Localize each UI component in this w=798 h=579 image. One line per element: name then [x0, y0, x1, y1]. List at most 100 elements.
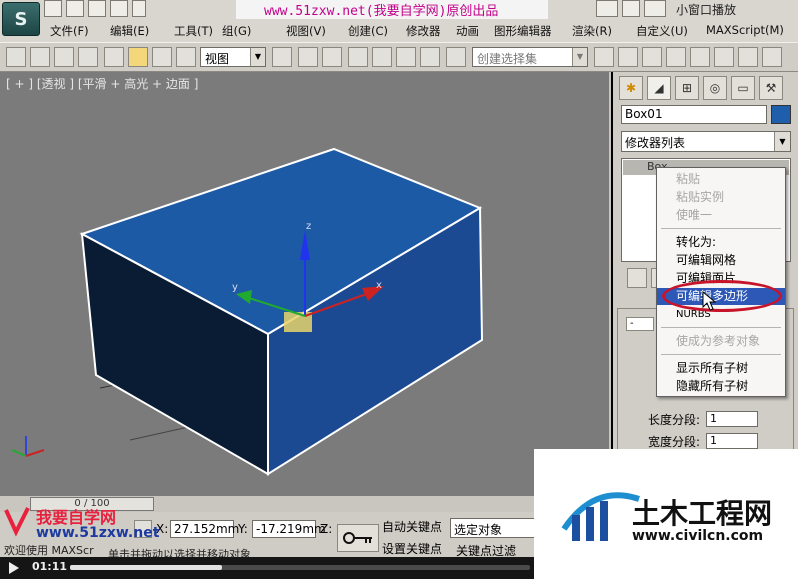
menu-show-all-subtree[interactable]: 显示所有子树: [657, 360, 785, 377]
menu-graph-editors[interactable]: 图形编辑器: [494, 23, 552, 39]
progress-track[interactable]: [70, 565, 530, 570]
spinner-snap-icon[interactable]: [420, 47, 440, 67]
create-tab-icon[interactable]: ✱: [619, 76, 643, 100]
menu-create[interactable]: 创建(C): [348, 23, 388, 39]
gizmo-x-label: x: [376, 280, 382, 291]
snap-toggle-icon[interactable]: [348, 47, 368, 67]
percent-snap-icon[interactable]: [396, 47, 416, 67]
rollout-collapse-button[interactable]: -: [626, 317, 654, 331]
app-menu-button[interactable]: S: [2, 2, 40, 36]
schematic-view-icon[interactable]: [714, 47, 734, 67]
save-file-icon[interactable]: [88, 0, 106, 17]
menu-customize[interactable]: 自定义(U): [636, 23, 688, 39]
title-bar: S www.51zxw.net(我要自学网)原创出品 小窗口播放 文件(F) 编…: [0, 0, 798, 42]
world-y-axis: [11, 449, 27, 457]
pivot-center-icon[interactable]: [272, 47, 292, 67]
object-color-swatch[interactable]: [771, 105, 791, 124]
playback-time: 01:11: [32, 560, 68, 573]
menu-group[interactable]: 组(G): [222, 23, 251, 39]
set-key-icon[interactable]: [337, 524, 379, 552]
play-icon[interactable]: [8, 562, 20, 574]
rotate-tool-icon[interactable]: [152, 47, 172, 67]
angle-snap-icon[interactable]: [372, 47, 392, 67]
binoculars-icon[interactable]: [596, 0, 618, 17]
menu-convert-to: 转化为:: [676, 235, 717, 249]
scale-tool-icon[interactable]: [176, 47, 196, 67]
menu-file[interactable]: 文件(F): [50, 23, 89, 39]
width-segs-label: 宽度分段:: [648, 435, 701, 449]
menu-modifiers[interactable]: 修改器: [406, 23, 441, 39]
help-icon[interactable]: [622, 0, 640, 17]
display-tab-icon[interactable]: ▭: [731, 76, 755, 100]
modifier-list-label: 修改器列表: [625, 136, 686, 150]
menu-make-unique: 使唯一: [676, 208, 713, 222]
small-window-play-button[interactable]: 小窗口播放: [676, 1, 736, 18]
reference-coordinate-dropdown[interactable]: 视图 ▼: [200, 47, 266, 67]
viewport-scene: z x y: [11, 147, 484, 476]
motion-tab-icon[interactable]: ◎: [703, 76, 727, 100]
menu-edit[interactable]: 编辑(E): [110, 23, 149, 39]
move-tool-icon[interactable]: [128, 47, 148, 67]
world-x-axis: [25, 449, 45, 457]
perspective-viewport[interactable]: z x y [ + ] [透视 ] [平滑 + 高光 + 边面 ]: [0, 72, 611, 496]
gizmo-y-label: y: [232, 282, 238, 293]
y-coord-field[interactable]: -17.219mm: [252, 520, 326, 538]
quick-access-dropdown-icon[interactable]: [132, 0, 146, 17]
highlight-ellipse: [662, 280, 782, 312]
chevron-down-icon: ▼: [572, 48, 587, 66]
menu-animation[interactable]: 动画: [456, 23, 479, 39]
select-move-icon[interactable]: [104, 47, 124, 67]
width-segs-field[interactable]: 1: [706, 433, 758, 449]
object-name-field[interactable]: Box01: [621, 105, 767, 124]
modify-tab-icon[interactable]: ◢: [647, 76, 671, 100]
width-segs-row: 宽度分段: 1: [648, 433, 758, 450]
menu-editable-mesh[interactable]: 可编辑网格: [657, 252, 785, 269]
pin-stack-icon[interactable]: [627, 268, 647, 288]
window-crossing-icon[interactable]: [78, 47, 98, 67]
zxw-watermark-url: www.51zxw.net: [36, 525, 160, 541]
select-object-icon[interactable]: [6, 47, 26, 67]
menu-view[interactable]: 视图(V): [286, 23, 326, 39]
menu-divider: [661, 228, 781, 229]
select-region-icon[interactable]: [54, 47, 74, 67]
new-file-icon[interactable]: [44, 0, 62, 17]
keyboard-shortcut-icon[interactable]: [322, 47, 342, 67]
menu-tools[interactable]: 工具(T): [174, 23, 213, 39]
length-segs-row: 长度分段: 1: [648, 411, 758, 428]
select-manipulate-icon[interactable]: [298, 47, 318, 67]
viewport-label[interactable]: [ + ] [透视 ] [平滑 + 高光 + 边面 ]: [6, 75, 198, 92]
graphite-ribbon-icon[interactable]: [666, 47, 686, 67]
set-key-button[interactable]: 设置关键点: [382, 540, 446, 556]
mouse-cursor-icon: [702, 291, 716, 311]
select-by-name-icon[interactable]: [30, 47, 50, 67]
gizmo-z-label: z: [306, 221, 311, 232]
menu-hide-all-subtree[interactable]: 隐藏所有子树: [657, 378, 785, 395]
menu-maxscript[interactable]: MAXScript(M): [706, 23, 784, 37]
length-segs-field[interactable]: 1: [706, 411, 758, 427]
key-selection-dropdown[interactable]: 选定对象: [450, 518, 538, 538]
open-file-icon[interactable]: [66, 0, 84, 17]
menu-paste: 粘贴: [676, 172, 701, 186]
layer-manager-icon[interactable]: [642, 47, 662, 67]
auto-key-button[interactable]: 自动关键点: [382, 518, 446, 536]
render-setup-icon[interactable]: [762, 47, 782, 67]
mirror-icon[interactable]: [594, 47, 614, 67]
menu-make-reference: 使成为参考对象: [676, 334, 761, 348]
menu-paste-instanced: 粘贴实例: [676, 190, 725, 204]
chevron-down-icon: ▼: [250, 48, 265, 66]
utilities-tab-icon[interactable]: ⚒: [759, 76, 783, 100]
menu-bar: 文件(F) 编辑(E) 工具(T) 组(G) 视图(V) 创建(C) 修改器 动…: [44, 21, 798, 40]
maxscript-listener[interactable]: 欢迎使用 MAXScr: [4, 542, 94, 558]
menu-rendering[interactable]: 渲染(R): [572, 23, 612, 39]
undo-icon[interactable]: [110, 0, 128, 17]
x-coord-field[interactable]: 27.152mm: [170, 520, 239, 538]
modifier-list-dropdown[interactable]: 修改器列表 ▼: [621, 131, 791, 152]
star-icon[interactable]: [644, 0, 666, 17]
edit-named-selection-icon[interactable]: [446, 47, 466, 67]
align-icon[interactable]: [618, 47, 638, 67]
curve-editor-icon[interactable]: [690, 47, 710, 67]
hierarchy-tab-icon[interactable]: ⊞: [675, 76, 699, 100]
z-coord-label: Z:: [320, 522, 333, 536]
material-editor-icon[interactable]: [738, 47, 758, 67]
named-selection-set-dropdown[interactable]: 创建选择集 ▼: [472, 47, 588, 67]
